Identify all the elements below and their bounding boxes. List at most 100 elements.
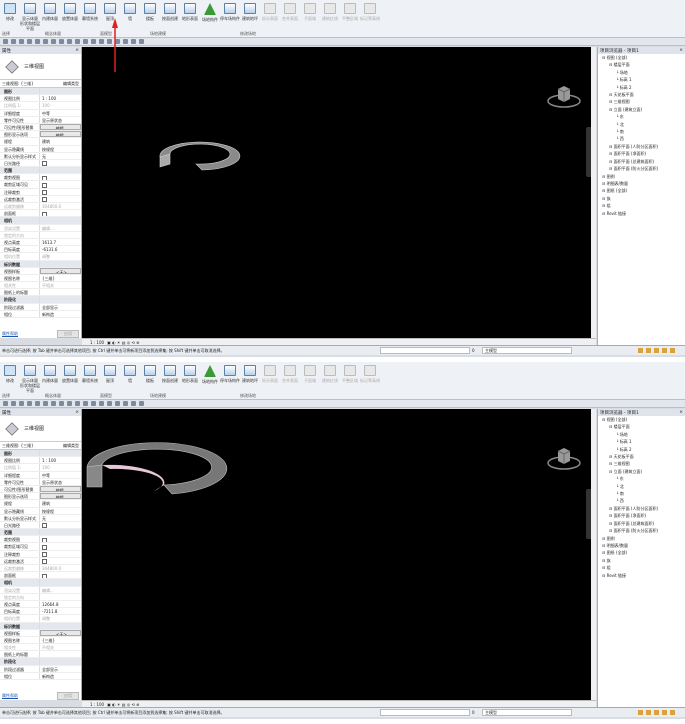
property-section[interactable]: 图形 bbox=[0, 450, 81, 458]
filter-icon[interactable] bbox=[638, 348, 643, 353]
ribbon-button[interactable]: 平整区域 bbox=[340, 0, 360, 37]
toolbar-icon[interactable] bbox=[43, 401, 48, 406]
3d-viewport[interactable] bbox=[82, 47, 596, 338]
property-section[interactable]: 范围 bbox=[0, 529, 81, 537]
design-option-field[interactable]: 主模型 bbox=[482, 709, 572, 716]
workset-field[interactable] bbox=[380, 347, 470, 354]
browser-tree-item[interactable]: └ 南 bbox=[598, 490, 685, 497]
close-icon[interactable]: × bbox=[679, 48, 683, 53]
browser-tree-item[interactable]: ⊟ 组 bbox=[598, 564, 685, 571]
toolbar-icon[interactable] bbox=[11, 401, 16, 406]
browser-tree-item[interactable]: └ 标高 1 bbox=[598, 76, 685, 83]
link-icon[interactable] bbox=[646, 348, 651, 353]
property-value[interactable]: -7211.8 bbox=[42, 609, 57, 614]
browser-tree-item[interactable]: ⊟ 楼层平面 bbox=[598, 423, 685, 430]
close-icon[interactable]: × bbox=[679, 410, 683, 415]
ribbon-button[interactable]: 子面域 bbox=[300, 0, 320, 37]
properties-help-link[interactable]: 属性帮助 bbox=[2, 331, 18, 337]
browser-tree-item[interactable]: └ 场地 bbox=[598, 431, 685, 438]
browser-tree-item[interactable]: ⊟ 图例 bbox=[598, 173, 685, 180]
toolbar-icon[interactable] bbox=[19, 401, 24, 406]
pin-icon[interactable] bbox=[670, 348, 675, 353]
toolbar-icon[interactable] bbox=[67, 39, 72, 44]
browser-tree-item[interactable]: └ 西 bbox=[598, 497, 685, 504]
property-value[interactable]: 无 bbox=[42, 516, 46, 521]
property-value[interactable]: 1 : 100 bbox=[42, 458, 56, 463]
scale-button[interactable]: 1 : 100 bbox=[90, 340, 104, 345]
property-value[interactable]: 新构造 bbox=[42, 674, 54, 679]
property-value[interactable]: 100 bbox=[42, 103, 50, 108]
property-value[interactable]: {三维} bbox=[42, 276, 55, 281]
ribbon-button[interactable]: 标记等高线 bbox=[360, 0, 380, 37]
apply-button[interactable]: 应用 bbox=[57, 329, 79, 338]
ribbon-button[interactable]: 建筑红线 bbox=[320, 362, 340, 399]
property-value[interactable]: 不相关 bbox=[42, 283, 54, 288]
property-section[interactable]: 阶段化 bbox=[0, 296, 81, 304]
vertical-scrollbar[interactable] bbox=[591, 409, 596, 700]
toolbar-icon[interactable] bbox=[51, 401, 56, 406]
toolbar-icon[interactable] bbox=[99, 401, 104, 406]
property-value[interactable]: 304800.0 bbox=[42, 566, 61, 571]
browser-tree-item[interactable]: ⊟ Revit 链接 bbox=[598, 210, 685, 217]
property-value[interactable]: 编辑... bbox=[56, 488, 68, 491]
property-value[interactable]: 304800.0 bbox=[42, 204, 61, 209]
browser-tree-item[interactable]: ⊟ 面积平面 (净面积) bbox=[598, 512, 685, 519]
property-value[interactable]: 编辑... bbox=[42, 226, 54, 231]
toolbar-icon[interactable] bbox=[139, 39, 144, 44]
browser-tree-item[interactable]: ⊟ 面积平面 (总建筑面积) bbox=[598, 520, 685, 527]
edit-type-button[interactable]: 编辑类型 bbox=[63, 81, 79, 87]
browser-tree-item[interactable]: ⊟ 面积平面 (防火分区面积) bbox=[598, 165, 685, 172]
scale-button[interactable]: 1 : 100 bbox=[90, 702, 104, 707]
property-section[interactable]: 图形 bbox=[0, 88, 81, 96]
checkbox[interactable] bbox=[42, 182, 47, 188]
browser-tree-item[interactable]: ⊟ 图例 bbox=[598, 535, 685, 542]
select-icon[interactable] bbox=[654, 348, 659, 353]
property-value[interactable]: 按规程 bbox=[42, 509, 54, 514]
property-section[interactable]: 相机 bbox=[0, 579, 81, 587]
pin-icon[interactable] bbox=[670, 710, 675, 715]
toolbar-icon[interactable] bbox=[139, 401, 144, 406]
checkbox[interactable] bbox=[42, 559, 47, 564]
toolbar-icon[interactable] bbox=[131, 39, 136, 44]
view-control-icons[interactable]: ▣ ◐ ☀ ▤ ◎ ⟲ ⊕ bbox=[107, 340, 139, 345]
drag-icon[interactable] bbox=[662, 348, 667, 353]
toolbar-icon[interactable] bbox=[3, 401, 8, 406]
toolbar-icon[interactable] bbox=[123, 39, 128, 44]
property-value[interactable]: 全部显示 bbox=[42, 667, 58, 672]
property-value[interactable]: {三维} bbox=[42, 638, 55, 643]
toolbar-icon[interactable] bbox=[35, 401, 40, 406]
property-value[interactable]: 12664.8 bbox=[42, 602, 59, 607]
toolbar-icon[interactable] bbox=[19, 39, 24, 44]
browser-tree-item[interactable]: ⊟ 楼层平面 bbox=[598, 61, 685, 68]
property-value[interactable]: 显示原状态 bbox=[42, 480, 62, 485]
property-value[interactable]: 建筑 bbox=[42, 139, 50, 144]
browser-tree-item[interactable]: └ 标高 1 bbox=[598, 438, 685, 445]
vertical-scrollbar[interactable] bbox=[591, 47, 596, 338]
browser-tree-item[interactable]: ⊟ 族 bbox=[598, 557, 685, 564]
toolbar-icon[interactable] bbox=[43, 39, 48, 44]
toolbar-icon[interactable] bbox=[3, 39, 8, 44]
checkbox[interactable] bbox=[42, 161, 47, 167]
browser-tree-item[interactable]: ⊟ Revit 链接 bbox=[598, 572, 685, 579]
toolbar-icon[interactable] bbox=[27, 401, 32, 406]
toolbar-icon[interactable] bbox=[35, 39, 40, 44]
ribbon-button[interactable]: 建筑红线 bbox=[320, 0, 340, 37]
browser-tree-item[interactable]: ⊟ 三维视图 bbox=[598, 460, 685, 467]
property-value[interactable]: 无 bbox=[42, 154, 46, 159]
browser-tree-item[interactable]: ⊟ 图纸 (全部) bbox=[598, 549, 685, 556]
property-value[interactable]: -6131.6 bbox=[42, 247, 57, 252]
browser-tree-item[interactable]: ⊟ 天花板平面 bbox=[598, 91, 685, 98]
checkbox[interactable] bbox=[42, 211, 47, 217]
property-value[interactable]: 1 : 100 bbox=[42, 96, 56, 101]
property-value[interactable]: <无> bbox=[56, 270, 67, 273]
checkbox[interactable] bbox=[42, 544, 47, 550]
checkbox[interactable] bbox=[42, 537, 47, 543]
property-value[interactable]: 调整 bbox=[42, 616, 50, 621]
browser-tree-item[interactable]: └ 东 bbox=[598, 113, 685, 120]
browser-tree-item[interactable]: ⊟ 面积平面 (总建筑面积) bbox=[598, 158, 685, 165]
property-value[interactable]: <无> bbox=[56, 632, 67, 635]
browser-tree-item[interactable]: ⊟ 面积平面 (净面积) bbox=[598, 150, 685, 157]
browser-tree-item[interactable]: ⊟ 立面 (建筑立面) bbox=[598, 468, 685, 475]
browser-tree-item[interactable]: ⊟ 图纸 (全部) bbox=[598, 187, 685, 194]
property-section[interactable]: 范围 bbox=[0, 167, 81, 175]
